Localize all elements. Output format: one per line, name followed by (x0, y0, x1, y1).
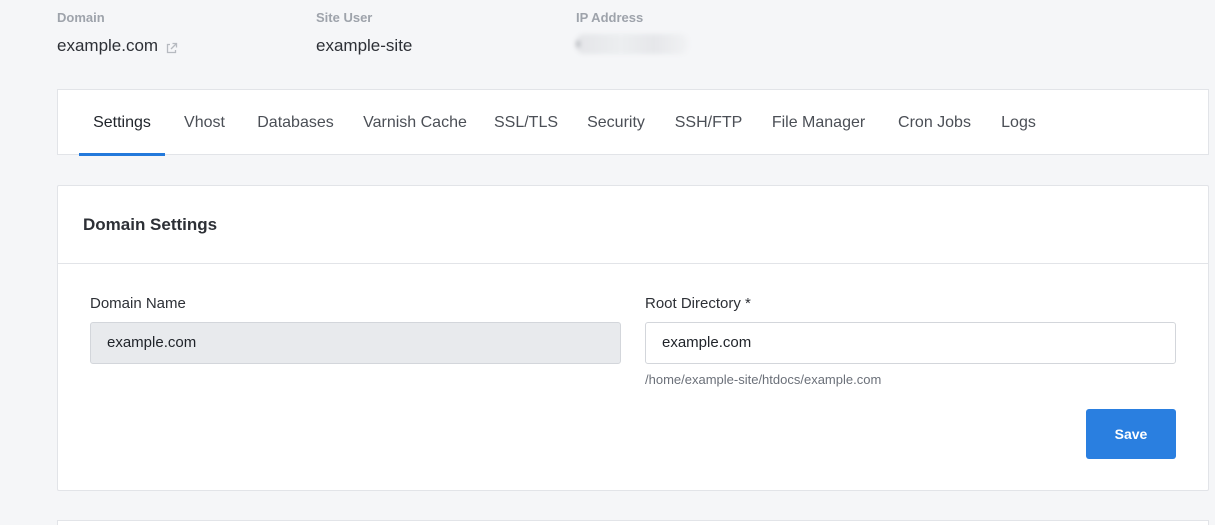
external-link-icon[interactable] (165, 40, 178, 53)
root-directory-hint: /home/example-site/htdocs/example.com (645, 372, 882, 387)
tab-vhost[interactable]: Vhost (176, 90, 233, 155)
site-user-label: Site User (316, 10, 373, 25)
tab-security[interactable]: Security (581, 90, 651, 155)
ip-address-label: IP Address (576, 10, 644, 25)
domain-name-label: Domain Name (90, 295, 186, 312)
tab-cron-jobs[interactable]: Cron Jobs (892, 90, 977, 155)
domain-name-input: example.com (90, 322, 621, 364)
card-header: Domain Settings (58, 186, 1208, 264)
site-info-bar: Domain example.com Site User example-sit… (0, 0, 1215, 90)
domain-label: Domain (57, 10, 105, 25)
domain-settings-card: Domain Settings Domain Name example.com … (57, 185, 1209, 491)
domain-info: Domain example.com (57, 10, 178, 56)
tab-file-manager[interactable]: File Manager (767, 90, 870, 155)
site-user-info: Site User example-site (316, 10, 412, 56)
tab-databases[interactable]: Databases (253, 90, 338, 155)
next-card-edge (57, 520, 1209, 525)
save-button[interactable]: Save (1086, 409, 1176, 459)
tab-varnish-cache[interactable]: Varnish Cache (359, 90, 471, 155)
tab-settings[interactable]: Settings (79, 90, 165, 156)
tab-ssh-ftp[interactable]: SSH/FTP (671, 90, 746, 155)
domain-value[interactable]: example.com (57, 36, 158, 56)
root-directory-input[interactable]: example.com (645, 322, 1176, 364)
tab-logs[interactable]: Logs (996, 90, 1041, 155)
site-tabs: Settings Vhost Databases Varnish Cache S… (57, 89, 1209, 156)
ip-address-redacted (576, 34, 688, 54)
root-directory-label: Root Directory * (645, 295, 751, 312)
site-user-value: example-site (316, 36, 413, 55)
ip-address-info: IP Address (576, 10, 688, 54)
card-title: Domain Settings (83, 214, 218, 234)
tab-ssl-tls[interactable]: SSL/TLS (491, 90, 561, 155)
